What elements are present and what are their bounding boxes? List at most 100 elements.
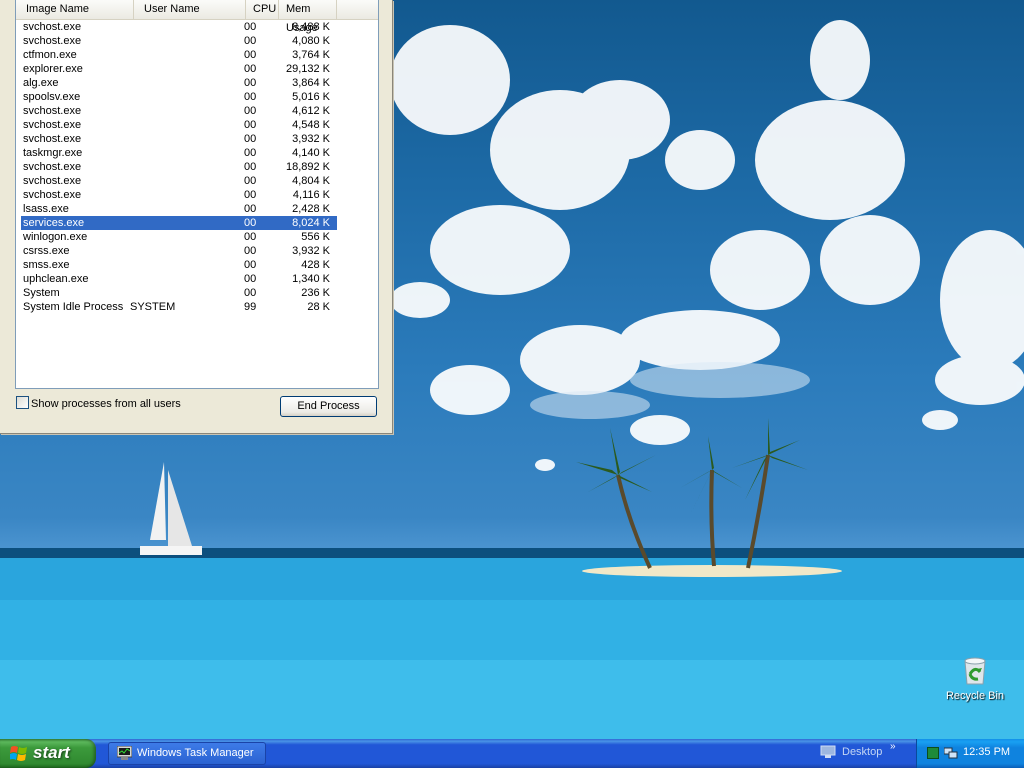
process-image-name: svchost.exe <box>23 119 82 131</box>
process-image-name: System <box>23 287 60 299</box>
process-image-name: lsass.exe <box>23 203 69 215</box>
process-image-name: services.exe <box>23 217 85 229</box>
chevron-right-icon[interactable]: » <box>890 741 896 752</box>
column-header-mem-usage[interactable]: Mem Usage <box>279 0 337 34</box>
process-image-name: System Idle Process <box>23 301 124 313</box>
process-list-header: Image Name User Name CPU Mem Usage <box>16 0 378 34</box>
process-row[interactable]: smss.exe 00 428 K <box>21 258 337 272</box>
process-cpu: 00 <box>244 77 257 89</box>
show-all-processes-checkbox[interactable]: Show processes from all users <box>16 396 181 410</box>
process-row[interactable]: winlogon.exe 00 556 K <box>21 230 337 244</box>
process-row[interactable]: svchost.exe 00 3,932 K <box>21 132 337 146</box>
process-cpu: 00 <box>244 91 257 103</box>
process-row[interactable]: svchost.exe 00 4,080 K <box>21 34 337 48</box>
process-row[interactable]: taskmgr.exe 00 4,140 K <box>21 146 337 160</box>
process-mem-usage: 4,116 K <box>292 189 330 201</box>
taskbar-item-windows-task-manager[interactable]: Windows Task Manager <box>108 742 266 765</box>
process-image-name: svchost.exe <box>23 161 82 173</box>
column-header-image-name[interactable]: Image Name <box>16 0 134 19</box>
desktop-icon <box>820 745 836 758</box>
process-mem-usage: 4,080 K <box>292 35 330 47</box>
process-user-name: SYSTEM <box>130 301 176 313</box>
process-cpu: 00 <box>244 49 257 61</box>
process-cpu: 00 <box>244 189 257 201</box>
start-button[interactable]: start <box>0 739 96 768</box>
process-row[interactable]: svchost.exe 00 18,892 K <box>21 160 337 174</box>
process-row[interactable]: svchost.exe 00 4,548 K <box>21 118 337 132</box>
process-row[interactable]: csrss.exe 00 3,932 K <box>21 244 337 258</box>
process-row[interactable]: alg.exe 00 3,864 K <box>21 76 337 90</box>
process-image-name: svchost.exe <box>23 21 82 33</box>
process-image-name: winlogon.exe <box>23 231 88 243</box>
desktop-toolbar-label: Desktop <box>842 746 883 758</box>
process-image-name: svchost.exe <box>23 35 82 47</box>
process-mem-usage: 2,428 K <box>292 203 330 215</box>
taskbar: start Windows Task Manager Desktop » 12:… <box>0 739 1024 768</box>
tray-green-square-icon[interactable] <box>927 747 939 759</box>
process-image-name: alg.exe <box>23 77 59 89</box>
process-image-name: csrss.exe <box>23 245 70 257</box>
process-cpu: 00 <box>244 161 257 173</box>
task-manager-icon <box>117 746 132 760</box>
process-cpu: 00 <box>244 35 257 47</box>
process-image-name: uphclean.exe <box>23 273 89 285</box>
process-mem-usage: 236 K <box>301 287 330 299</box>
process-mem-usage: 1,340 K <box>292 273 330 285</box>
process-mem-usage: 428 K <box>301 259 330 271</box>
process-row[interactable]: svchost.exe 00 4,116 K <box>21 188 337 202</box>
process-cpu: 00 <box>244 231 257 243</box>
process-image-name: svchost.exe <box>23 175 82 187</box>
process-mem-usage: 3,932 K <box>292 133 330 145</box>
process-image-name: ctfmon.exe <box>23 49 77 61</box>
process-mem-usage: 3,932 K <box>292 245 330 257</box>
process-image-name: smss.exe <box>23 259 70 271</box>
process-cpu: 00 <box>244 203 257 215</box>
process-mem-usage: 4,140 K <box>292 147 330 159</box>
process-cpu: 00 <box>244 273 257 285</box>
task-manager-window: Image Name User Name CPU Mem Usage svcho… <box>0 0 393 434</box>
process-row[interactable]: services.exe 00 8,024 K <box>21 216 337 230</box>
process-image-name: svchost.exe <box>23 105 82 117</box>
show-all-label: Show processes from all users <box>31 398 181 410</box>
process-row[interactable]: lsass.exe 00 2,428 K <box>21 202 337 216</box>
process-row[interactable]: spoolsv.exe 00 5,016 K <box>21 90 337 104</box>
process-image-name: explorer.exe <box>23 63 83 75</box>
process-cpu: 00 <box>244 133 257 145</box>
checkbox-box[interactable] <box>16 396 29 409</box>
system-tray: 12:35 PM <box>916 739 1024 768</box>
process-cpu: 00 <box>244 147 257 159</box>
process-cpu: 00 <box>244 175 257 187</box>
process-row[interactable]: System Idle Process SYSTEM 99 28 K <box>21 300 337 314</box>
process-row[interactable]: System 00 236 K <box>21 286 337 300</box>
taskbar-item-label: Windows Task Manager <box>137 747 254 759</box>
column-header-user-name[interactable]: User Name <box>134 0 246 19</box>
process-mem-usage: 29,132 K <box>285 63 330 75</box>
process-mem-usage: 3,864 K <box>292 77 330 89</box>
clock[interactable]: 12:35 PM <box>963 746 1010 758</box>
process-rows: svchost.exe 00 8,488 K svchost.exe 00 4,080 K… <box>21 20 337 314</box>
recycle-bin-shortcut[interactable]: Recycle Bin <box>940 654 1010 702</box>
process-mem-usage: 4,612 K <box>292 105 330 117</box>
process-cpu: 00 <box>244 259 257 271</box>
process-row[interactable]: ctfmon.exe 00 3,764 K <box>21 48 337 62</box>
process-list[interactable]: Image Name User Name CPU Mem Usage svcho… <box>15 0 379 389</box>
process-mem-usage: 556 K <box>301 231 330 243</box>
process-cpu: 00 <box>244 245 257 257</box>
process-mem-usage: 3,764 K <box>292 49 330 61</box>
end-process-button[interactable]: End Process <box>280 396 377 417</box>
windows-logo-icon <box>10 746 27 761</box>
process-row[interactable]: svchost.exe 00 4,804 K <box>21 174 337 188</box>
process-row[interactable]: svchost.exe 00 8,488 K <box>21 20 337 34</box>
start-label: start <box>33 743 70 762</box>
process-cpu: 00 <box>244 217 257 229</box>
network-connection-icon[interactable] <box>944 746 958 760</box>
process-image-name: taskmgr.exe <box>23 147 83 159</box>
process-row[interactable]: explorer.exe 00 29,132 K <box>21 62 337 76</box>
process-image-name: svchost.exe <box>23 133 82 145</box>
process-row[interactable]: uphclean.exe 00 1,340 K <box>21 272 337 286</box>
column-header-cpu[interactable]: CPU <box>246 0 279 19</box>
recycle-bin-icon <box>964 657 986 685</box>
process-cpu: 00 <box>244 105 257 117</box>
process-row[interactable]: svchost.exe 00 4,612 K <box>21 104 337 118</box>
process-cpu: 00 <box>244 21 257 33</box>
